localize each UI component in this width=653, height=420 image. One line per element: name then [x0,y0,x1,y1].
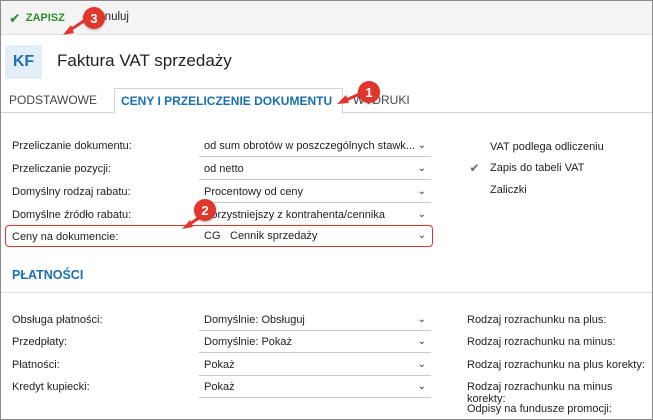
chevron-down-icon: ⌄ [417,209,426,220]
trade-credit-label: Kredyt kupiecki: [12,381,90,393]
promotion-funds-label: Odpisy na fundusze promocji: [467,403,612,415]
payments-section-title: PŁATNOŚCI [12,268,84,282]
pricelist-code: CG [204,230,221,242]
checkmark-icon: ✔ [469,160,480,175]
chevron-down-icon: ⌄ [417,381,426,392]
checkbox-label: Zaliczki [490,183,527,196]
checkbox-label: VAT podlega odliczeniu [490,140,604,153]
tab-basic[interactable]: PODSTAWOWE [9,88,97,113]
select-value: Domyślnie: Pokaż [204,336,293,348]
document-prices-label: Ceny na dokumencie: [12,231,119,243]
callout-badge-3: 3 [83,7,105,29]
select-value: Pokaż [204,359,235,371]
section-divider [1,292,652,293]
select-value: od sum obrotów w poszczególnych stawk... [204,140,415,152]
settlement-minus-label: Rodzaj rozrachunku na minus: [467,336,616,348]
document-prices-select[interactable]: CG Cennik sprzedaży ⌄ [199,227,431,247]
select-value: Procentowy od ceny [204,186,304,198]
advances-checkbox[interactable]: Zaliczki [467,183,527,196]
check-icon: ✔ [9,10,21,26]
window: ✔ ZAPISZ Anuluj KF Faktura VAT sprzedaży… [0,0,653,420]
recalc-items-label: Przeliczanie pozycji: [12,163,112,175]
payments-select[interactable]: Pokaż ⌄ [199,356,431,376]
select-value: Cennik sprzedaży [230,230,318,242]
chevron-down-icon: ⌄ [417,186,426,197]
prepayments-select[interactable]: Domyślnie: Pokaż ⌄ [199,333,431,353]
document-type-logo: KF [5,45,42,79]
chevron-down-icon: ⌄ [417,359,426,370]
chevron-down-icon: ⌄ [417,336,426,347]
payment-handling-label: Obsługa płatności: [12,314,103,326]
select-value: Pokaż [204,381,235,393]
payment-handling-select[interactable]: Domyślnie: Obsługuj ⌄ [199,311,431,331]
trade-credit-select[interactable]: Pokaż ⌄ [199,378,431,398]
chevron-down-icon: ⌄ [417,163,426,174]
checkbox-icon [467,140,482,153]
vat-table-checkbox[interactable]: ✔ Zapis do tabeli VAT [467,160,585,175]
checkbox-label: Zapis do tabeli VAT [490,161,585,174]
page-title: Faktura VAT sprzedaży [57,51,232,70]
recalc-document-label: Przeliczanie dokumentu: [12,140,132,152]
checkbox-icon [467,183,482,196]
settlement-plus-label: Rodzaj rozrachunku na plus: [467,314,607,326]
tab-bar: PODSTAWOWE CENY I PRZELICZENIE DOKUMENTU… [1,88,652,114]
select-value: od netto [204,163,244,175]
callout-badge-2: 2 [194,199,216,221]
select-value: Korzystniejszy z kontrahenta/cennika [204,209,385,221]
recalc-items-select[interactable]: od netto ⌄ [199,160,431,180]
prepayments-label: Przedpłaty: [12,336,68,348]
document-header: KF Faktura VAT sprzedaży [1,41,652,81]
discount-type-select[interactable]: Procentowy od ceny ⌄ [199,183,431,203]
tab-prices[interactable]: CENY I PRZELICZENIE DOKUMENTU [114,88,343,114]
select-value: Domyślnie: Obsługuj [204,314,305,326]
discount-source-select[interactable]: Korzystniejszy z kontrahenta/cennika ⌄ [199,206,431,226]
save-label: ZAPISZ [25,12,65,24]
discount-source-label: Domyślne źródło rabatu: [12,209,132,221]
settlement-plus-correction-label: Rodzaj rozrachunku na plus korekty: [467,359,645,371]
discount-type-label: Domyślny rodzaj rabatu: [12,186,131,198]
chevron-down-icon: ⌄ [417,314,426,325]
chevron-down-icon: ⌄ [417,230,426,241]
recalc-document-select[interactable]: od sum obrotów w poszczególnych stawk...… [199,137,431,157]
vat-deductible-checkbox[interactable]: VAT podlega odliczeniu [467,140,604,153]
chevron-down-icon: ⌄ [417,140,426,151]
settlement-minus-correction-label: Rodzaj rozrachunku na minus korekty: [467,381,613,405]
callout-badge-1: 1 [358,81,380,103]
save-button[interactable]: ✔ ZAPISZ [9,9,65,27]
payments-label: Płatności: [12,359,60,371]
